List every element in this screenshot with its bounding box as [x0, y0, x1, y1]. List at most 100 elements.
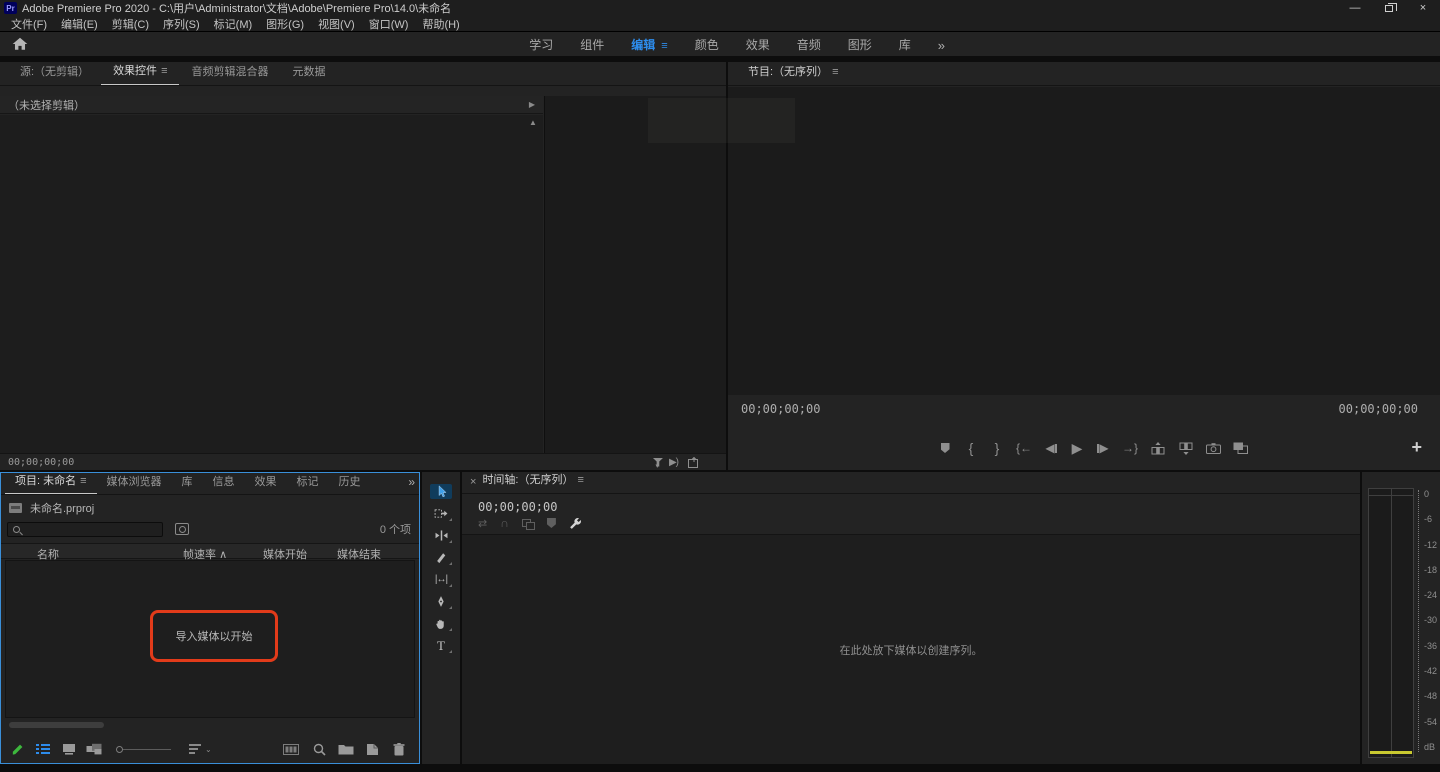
- menu-file[interactable]: 文件(F): [4, 16, 54, 32]
- ripple-edit-tool[interactable]: [430, 528, 452, 543]
- title-bar: Pr Adobe Premiere Pro 2020 - C:\用户\Admin…: [0, 0, 1440, 16]
- menu-edit[interactable]: 编辑(E): [54, 16, 105, 32]
- go-to-out-icon[interactable]: →}: [1122, 440, 1138, 456]
- export-frame-camera-icon[interactable]: [1206, 440, 1221, 456]
- mark-in-icon[interactable]: {: [964, 440, 978, 456]
- menu-window[interactable]: 窗口(W): [362, 16, 416, 32]
- tab-metadata[interactable]: 元数据: [280, 63, 337, 85]
- panel-menu-icon[interactable]: ≡: [80, 475, 86, 487]
- workspace-tab-color[interactable]: 颜色: [695, 36, 719, 53]
- button-editor-plus-icon[interactable]: +: [1411, 437, 1422, 458]
- workspace-tab-audio[interactable]: 音频: [797, 36, 821, 53]
- tab-effect-controls[interactable]: 效果控件≡: [101, 62, 179, 85]
- search-input[interactable]: [24, 524, 162, 535]
- comparison-view-icon[interactable]: [1233, 440, 1248, 456]
- menu-clip[interactable]: 剪辑(C): [105, 16, 156, 32]
- workspace-tab-effects[interactable]: 效果: [746, 36, 770, 53]
- automate-to-sequence-icon[interactable]: [283, 741, 299, 757]
- window-title: Adobe Premiere Pro 2020 - C:\用户\Administ…: [22, 0, 451, 16]
- selection-tool[interactable]: [430, 484, 452, 499]
- close-button[interactable]: ×: [1406, 0, 1440, 16]
- workspace-overflow-chevron[interactable]: »: [938, 38, 945, 53]
- linked-selection-icon[interactable]: [522, 519, 534, 528]
- tab-markers[interactable]: 标记: [287, 473, 329, 494]
- panel-menu-icon[interactable]: ≡: [161, 65, 167, 77]
- timeline-drop-zone[interactable]: 在此处放下媒体以创建序列。: [462, 534, 1360, 764]
- tab-libraries[interactable]: 库: [172, 473, 203, 494]
- hand-tool[interactable]: [430, 616, 452, 631]
- timeline-add-marker-icon[interactable]: [547, 518, 556, 528]
- pen-tool[interactable]: [430, 594, 452, 609]
- scroll-up-icon[interactable]: ▲: [529, 118, 537, 127]
- play-button-icon[interactable]: ▶: [1070, 440, 1084, 456]
- zoom-slider-handle[interactable]: [116, 741, 123, 757]
- tab-program-monitor[interactable]: 节目:（无序列）≡: [736, 63, 850, 85]
- play-around-icon[interactable]: ▶): [669, 457, 678, 468]
- tab-info[interactable]: 信息: [203, 473, 245, 494]
- menu-sequence[interactable]: 序列(S): [156, 16, 207, 32]
- track-select-forward-tool[interactable]: [430, 506, 452, 521]
- filter-effects-icon[interactable]: ▾: [652, 454, 659, 470]
- import-media-prompt[interactable]: 导入媒体以开始: [176, 628, 253, 644]
- workspace-tab-editing[interactable]: 编辑≡: [631, 36, 667, 53]
- workspace-tab-menu-icon[interactable]: ≡: [661, 40, 667, 52]
- snap-magnet-icon[interactable]: ∩: [500, 516, 509, 530]
- tab-source-monitor[interactable]: 源:（无剪辑）: [8, 63, 101, 85]
- tab-history[interactable]: 历史: [329, 473, 371, 494]
- workspace-tab-learning[interactable]: 学习: [529, 36, 553, 53]
- effect-controls-bottom-icons: ▾ ▶): [652, 454, 700, 470]
- workspace-tab-libraries[interactable]: 库: [899, 36, 911, 53]
- minimize-button[interactable]: —: [1338, 0, 1372, 16]
- restore-button[interactable]: [1372, 0, 1406, 16]
- menu-bar: 文件(F) 编辑(E) 剪辑(C) 序列(S) 标记(M) 图形(G) 视图(V…: [0, 16, 1440, 32]
- tab-project[interactable]: 项目: 未命名≡: [5, 472, 97, 494]
- close-panel-icon[interactable]: ×: [470, 476, 476, 493]
- project-item-list[interactable]: 导入媒体以开始: [5, 560, 415, 718]
- timeline-settings-wrench-icon[interactable]: [569, 517, 582, 530]
- export-frame-icon[interactable]: [688, 454, 700, 470]
- freeform-view-icon[interactable]: [86, 741, 102, 757]
- type-tool[interactable]: T: [430, 638, 452, 653]
- audio-meter-bars[interactable]: [1368, 488, 1414, 758]
- find-icon[interactable]: [313, 741, 326, 757]
- tab-effects[interactable]: 效果: [245, 473, 287, 494]
- new-bin-icon[interactable]: [338, 741, 354, 757]
- source-patching-icon[interactable]: ⇄: [478, 517, 487, 530]
- lift-icon[interactable]: [1150, 440, 1166, 456]
- panel-menu-icon[interactable]: ≡: [578, 474, 584, 486]
- menu-markers[interactable]: 标记(M): [207, 16, 260, 32]
- tab-audio-clip-mixer[interactable]: 音频剪辑混合器: [179, 63, 280, 85]
- workspace-tab-graphics[interactable]: 图形: [848, 36, 872, 53]
- go-to-in-icon[interactable]: {←: [1016, 440, 1032, 456]
- project-overflow-chevron[interactable]: »: [408, 475, 415, 489]
- icon-view-icon[interactable]: [62, 741, 76, 757]
- slip-tool[interactable]: |↔|: [430, 572, 452, 587]
- sort-icons-icon[interactable]: ⌄: [189, 741, 212, 757]
- tab-timeline[interactable]: 时间轴:（无序列）≡: [482, 471, 595, 493]
- trash-icon[interactable]: [393, 741, 405, 757]
- audio-meter-scale: 0 -6 -12 -18 -24 -30 -36 -42 -48 -54 dB: [1418, 490, 1437, 752]
- tab-media-browser[interactable]: 媒体浏览器: [97, 473, 172, 494]
- workspace-tab-assembly[interactable]: 组件: [580, 36, 604, 53]
- panel-menu-icon[interactable]: ≡: [832, 66, 838, 78]
- razor-tool[interactable]: [430, 550, 452, 565]
- expand-arrow-icon[interactable]: ▶: [529, 100, 535, 109]
- list-view-icon[interactable]: [36, 741, 50, 757]
- project-horizontal-scrollbar[interactable]: [5, 720, 415, 730]
- new-item-icon[interactable]: [366, 741, 379, 757]
- mark-out-icon[interactable]: }: [990, 440, 1004, 456]
- step-back-icon[interactable]: ◀: [1044, 440, 1058, 456]
- menu-view[interactable]: 视图(V): [311, 16, 362, 32]
- search-box[interactable]: [7, 522, 163, 537]
- add-marker-icon[interactable]: [938, 440, 952, 456]
- project-file-row[interactable]: 未命名.prproj: [1, 499, 419, 517]
- step-forward-icon[interactable]: ▶: [1096, 440, 1110, 456]
- search-filter-icon[interactable]: [175, 523, 189, 535]
- project-writable-icon[interactable]: [11, 741, 24, 757]
- scrollbar-thumb[interactable]: [9, 722, 104, 728]
- menu-help[interactable]: 帮助(H): [415, 16, 466, 32]
- extract-icon[interactable]: [1178, 440, 1194, 456]
- menu-graphics[interactable]: 图形(G): [259, 16, 311, 32]
- restore-icon: [1385, 5, 1393, 12]
- zoom-slider-track[interactable]: [123, 749, 171, 750]
